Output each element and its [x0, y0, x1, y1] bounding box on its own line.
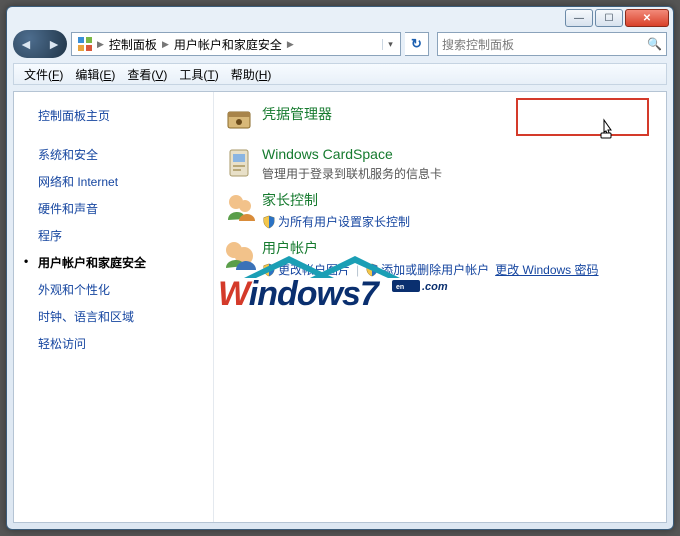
breadcrumb-item[interactable]: 控制面板: [105, 36, 161, 53]
highlight-box: [516, 98, 649, 136]
svg-text:.com: .com: [422, 281, 448, 293]
sidebar-item[interactable]: 程序: [20, 222, 207, 249]
menu-item[interactable]: 查看(V): [121, 66, 173, 83]
section-row: 用户帐户更改帐户图片 | 添加或删除用户帐户更改 Windows 密码: [222, 238, 658, 278]
section-icon: [222, 190, 256, 224]
nav-buttons: ◄ ►: [13, 30, 67, 58]
task-list: 更改帐户图片 | 添加或删除用户帐户更改 Windows 密码: [262, 261, 658, 278]
task-link[interactable]: 更改帐户图片: [262, 261, 350, 278]
section-row: 家长控制为所有用户设置家长控制: [222, 190, 658, 230]
task-list: 为所有用户设置家长控制: [262, 213, 658, 230]
sidebar-item[interactable]: 轻松访问: [20, 330, 207, 357]
sidebar-item[interactable]: 外观和个性化: [20, 276, 207, 303]
content-area: 控制面板主页系统和安全网络和 Internet硬件和声音程序用户帐户和家庭安全外…: [13, 91, 667, 523]
close-button[interactable]: ✕: [625, 9, 669, 27]
menu-bar: 文件(F)编辑(E)查看(V)工具(T)帮助(H): [13, 63, 667, 85]
refresh-button[interactable]: ↻: [405, 32, 429, 56]
sidebar: 控制面板主页系统和安全网络和 Internet硬件和声音程序用户帐户和家庭安全外…: [14, 92, 214, 522]
task-link[interactable]: 为所有用户设置家长控制: [262, 213, 410, 230]
sidebar-item[interactable]: 控制面板主页: [20, 102, 207, 129]
task-link[interactable]: 添加或删除用户帐户: [365, 261, 489, 278]
main-panel: 凭据管理器Windows CardSpace管理用于登录到联机服务的信息卡家长控…: [214, 92, 666, 522]
svg-text:Windows7: Windows7: [218, 275, 381, 313]
section-row: Windows CardSpace 管理用于登录到联机服务的信息卡: [222, 146, 658, 182]
search-input[interactable]: 搜索控制面板 🔍: [437, 32, 667, 56]
section-icon: [222, 238, 256, 272]
section-heading[interactable]: Windows CardSpace: [262, 146, 658, 162]
back-button[interactable]: ◄: [19, 36, 33, 52]
chevron-right-icon: ▶: [286, 39, 295, 50]
sidebar-item[interactable]: 硬件和声音: [20, 195, 207, 222]
minimize-button[interactable]: —: [565, 9, 593, 27]
breadcrumb-sep: ▶: [96, 39, 105, 50]
section-icon: [222, 104, 256, 138]
breadcrumb-dropdown[interactable]: ▾: [382, 39, 398, 50]
forward-button[interactable]: ►: [47, 36, 61, 52]
sidebar-item[interactable]: 用户帐户和家庭安全: [20, 249, 207, 276]
address-bar[interactable]: ▶ 控制面板 ▶ 用户帐户和家庭安全 ▶ ▾: [71, 32, 401, 56]
search-icon: 🔍: [647, 37, 662, 51]
separator: |: [356, 263, 359, 277]
section-icon: [222, 146, 256, 180]
maximize-button[interactable]: ☐: [595, 9, 623, 27]
sidebar-item[interactable]: 时钟、语言和区域: [20, 303, 207, 330]
search-placeholder: 搜索控制面板: [442, 36, 514, 53]
menu-item[interactable]: 文件(F): [18, 66, 69, 83]
section-heading[interactable]: 家长控制: [262, 190, 658, 210]
breadcrumb: 控制面板 ▶ 用户帐户和家庭安全 ▶ ▾: [105, 36, 398, 53]
section-desc: 管理用于登录到联机服务的信息卡: [262, 165, 658, 182]
titlebar: — ☐ ✕: [7, 7, 673, 27]
task-link[interactable]: 更改 Windows 密码: [495, 261, 598, 278]
control-panel-icon: [77, 36, 93, 52]
sidebar-item[interactable]: 网络和 Internet: [20, 168, 207, 195]
sidebar-item[interactable]: 系统和安全: [20, 141, 207, 168]
menu-item[interactable]: 帮助(H): [225, 66, 278, 83]
menu-item[interactable]: 编辑(E): [69, 66, 121, 83]
section-heading[interactable]: 用户帐户: [262, 238, 658, 258]
menu-item[interactable]: 工具(T): [173, 66, 224, 83]
svg-text:en: en: [396, 284, 404, 291]
breadcrumb-item[interactable]: 用户帐户和家庭安全: [170, 36, 286, 53]
window: — ☐ ✕ ◄ ► ▶ 控制面板 ▶ 用户帐户和家庭安全 ▶ ▾ ↻ 搜索控制面…: [6, 6, 674, 530]
chevron-right-icon: ▶: [161, 39, 170, 50]
navigation-bar: ◄ ► ▶ 控制面板 ▶ 用户帐户和家庭安全 ▶ ▾ ↻ 搜索控制面板 🔍: [13, 29, 667, 59]
